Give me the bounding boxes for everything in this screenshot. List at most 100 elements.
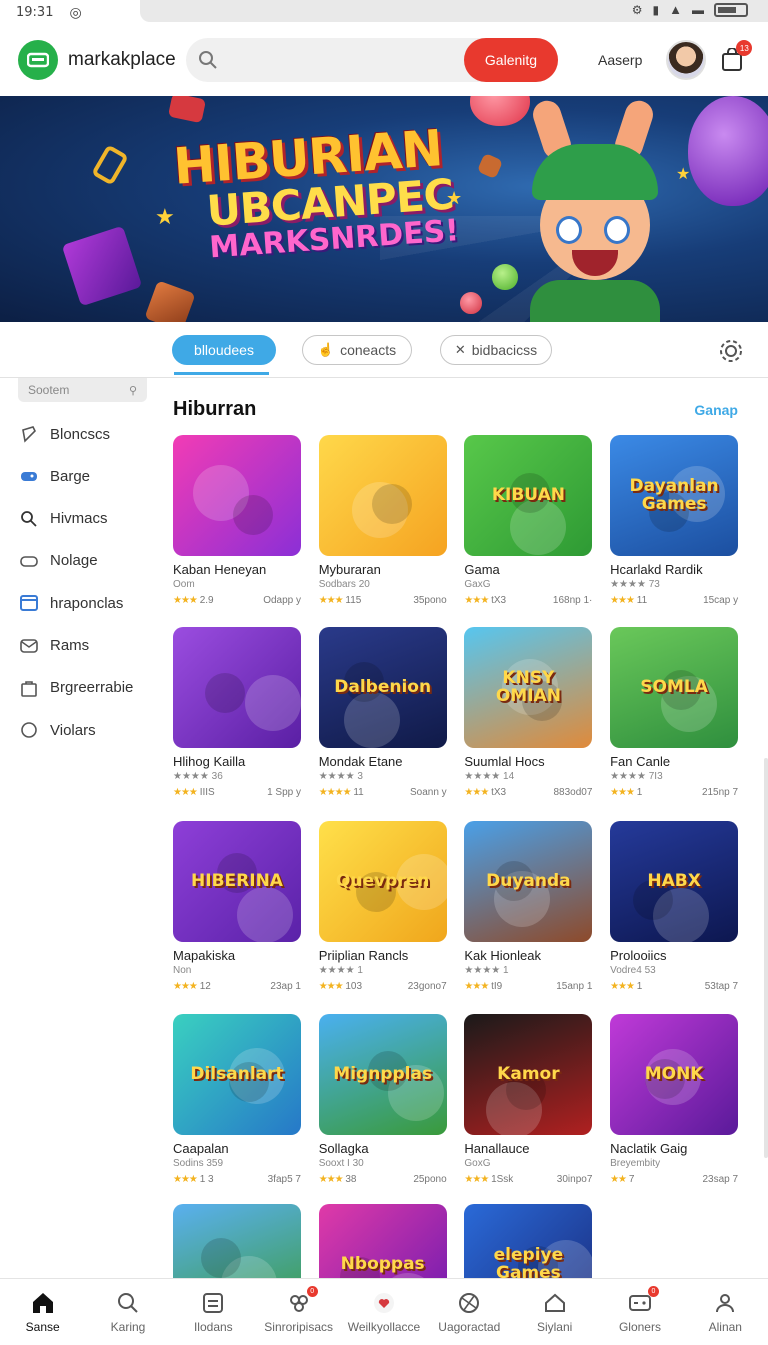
game-thumbnail-title: elepiye Games [493,1244,564,1278]
game-price: 35pono [413,595,447,606]
game-thumbnail[interactable]: HABX [610,821,739,942]
game-card[interactable]: KNSY OMIAN Suumlal Hocs ★★★★ 14 ★★★ tX3 883o… [464,627,593,798]
game-card[interactable]: Hlihog Kailla ★★★★ 36 ★★★ IIIS 1 Spp y [173,627,301,798]
signal-icon: ▮ [652,2,660,17]
tab-0[interactable]: blloudees [172,335,276,365]
game-card[interactable]: Nboppas [318,1204,447,1278]
sidebar-item-7[interactable]: Violars [20,716,96,744]
see-all-link[interactable]: Ganap [694,402,738,418]
game-meta: ★★★ tI9 15anp 1 [464,981,592,992]
sidebar-item-4[interactable]: hraponclas [20,589,123,617]
nav-item-4[interactable]: Weilkyollacce [341,1279,426,1345]
game-card[interactable]: HABX Prolooiics Vodre4 53 ★★★ 1 53tap 7 [610,821,739,992]
game-thumbnail[interactable]: Nboppas [318,1204,447,1278]
game-thumbnail[interactable]: Mignpplas [318,1014,447,1135]
game-thumbnail[interactable]: SOMLA [610,627,739,748]
game-card[interactable]: elepiye Games [464,1204,593,1278]
heart-icon [371,1290,397,1316]
game-card[interactable]: KIBUAN Gama GaxG ★★★ tX3 168np 1· [464,435,593,606]
game-card[interactable] [173,1204,301,1278]
sidebar-item-0[interactable]: Bloncscs [20,420,110,448]
sidebar-item-3[interactable]: Nolage [20,547,98,575]
avatar[interactable] [666,40,707,80]
section-title: Hiburran [173,398,257,420]
game-title: Mapakiska [173,948,236,963]
game-thumbnail[interactable]: Dayanlan Games [610,435,739,556]
nav-item-5[interactable]: Uagoractad [427,1279,512,1345]
search-input[interactable] [226,52,476,68]
search-icon [199,51,217,69]
game-subtitle: ★★★★ 7I3 [610,771,663,782]
dice-cube [91,144,129,186]
game-thumbnail[interactable]: elepiye Games [464,1204,593,1278]
search-button[interactable]: Galenitg [464,38,558,82]
game-card[interactable]: Quevpren Priiplian Rancls ★★★★ 1 ★★★ 103 23g… [318,821,447,992]
rating-stars: ★★ [610,1174,627,1185]
game-thumbnail[interactable] [173,435,301,556]
sidebar-item-label: Brgreerrabie [50,679,134,697]
nav-item-2[interactable]: Ilodans [171,1279,256,1345]
nav-item-1[interactable]: Karing [85,1279,170,1345]
game-thumbnail[interactable]: KNSY OMIAN [464,627,593,748]
game-meta: ★★★ IIIS 1 Spp y [173,787,301,798]
game-card[interactable]: Dalbenion Mondak Etane ★★★★ 3 ★★★★ 11 Soann … [318,627,447,798]
sidebar-item-1[interactable]: Barge [20,462,90,490]
search-icon [20,510,38,528]
category-tabs: blloudees ☝ coneacts ✕ bidbacicss [0,322,768,378]
game-thumbnail[interactable]: Quevpren [318,821,447,942]
game-card[interactable]: MONK Naclatik Gaig Breyembity ★★ 7 23sap 7 [610,1014,739,1185]
game-thumbnail[interactable]: Duyanda [464,821,593,942]
game-thumbnail[interactable]: Dilsanlart [173,1014,301,1135]
game-title: Suumlal Hocs [464,754,545,769]
game-price: 53tap 7 [704,981,739,992]
game-card[interactable]: Duyanda Kak Hionleak ★★★★ 1 ★★★ tI9 15anp 1 [464,821,593,992]
game-card[interactable]: Dayanlan Games Hcarlakd Rardik ★★★★ 73 ★★★ … [610,435,739,606]
tab-2[interactable]: ✕ bidbacicss [440,335,552,365]
game-thumbnail[interactable]: HIBERINA [173,821,301,942]
tab-1[interactable]: ☝ coneacts [302,335,412,365]
gamepad-icon [20,467,38,485]
cart-button[interactable]: 13 [720,40,753,72]
circle-icon [20,721,38,739]
game-thumbnail-title: Dayanlan Games [629,475,719,514]
hero-banner[interactable]: ★ ★ ★ HIBURIAN UBCANPEC MARKSNRDES! [0,96,768,322]
game-thumbnail[interactable] [173,1204,301,1278]
user-label[interactable]: Aaserp [598,52,642,68]
sidebar-item-label: Hivmacs [50,510,108,528]
rating-stars: ★★★ [464,595,489,606]
search-bar[interactable]: Galenitg [186,38,558,82]
game-card[interactable]: Dilsanlart Caapalan Sodins 359 ★★★ 1 3 3fap5… [173,1014,301,1185]
game-thumbnail[interactable] [173,627,301,748]
nav-item-6[interactable]: Siylani [512,1279,597,1345]
game-card[interactable]: Mignpplas Sollagka Sooxt I 30 ★★★ 38 25pono [318,1014,447,1185]
game-card[interactable]: Kamor Hanallauce GoxG ★★★ 1Ssk 30inpo7 [464,1014,593,1185]
nav-item-3[interactable]: 0 Sinroripisacs [256,1279,341,1345]
game-thumbnail[interactable]: Kamor [464,1014,593,1135]
game-thumbnail[interactable]: MONK [610,1014,739,1135]
controller-icon [20,552,38,570]
game-card[interactable]: SOMLA Fan Canle ★★★★ 7I3 ★★★ 1 215np 7 [610,627,739,798]
game-thumbnail[interactable]: KIBUAN [464,435,593,556]
scrollbar[interactable] [764,758,768,1158]
game-card[interactable]: Kaban Heneyan Oom ★★★ 2.9 Odapp y [173,435,301,606]
game-meta: ★★★ 12 23ap 1 [173,981,301,992]
rating-stars: ★★★ [318,1174,344,1185]
app-logo[interactable] [18,40,58,80]
game-thumbnail[interactable] [318,435,447,556]
rating-value: 11 [636,595,648,606]
game-card[interactable]: HIBERINA Mapakiska Non ★★★ 12 23ap 1 [173,821,301,992]
rating-stars: ★★★ [173,981,198,992]
nav-item-0[interactable]: Sanse [0,1279,85,1345]
settings-button[interactable] [718,338,744,364]
sidebar-search[interactable]: Sootem ⚲ [18,378,147,402]
game-price: 3fap5 7 [267,1174,301,1185]
sidebar-item-2[interactable]: Hivmacs [20,505,108,533]
nav-item-8[interactable]: Alinan [683,1279,768,1345]
game-thumbnail[interactable]: Dalbenion [318,627,447,748]
game-card[interactable]: Myburaran Sodbars 20 ★★★ 115 35pono [318,435,447,606]
sidebar-item-6[interactable]: Brgreerrabie [20,674,133,702]
sidebar-item-5[interactable]: Rams [20,632,89,660]
nav-label: Karing [110,1320,146,1334]
game-subtitle: Breyembity [610,1158,661,1169]
nav-item-7[interactable]: 0 Gloners [597,1279,682,1345]
